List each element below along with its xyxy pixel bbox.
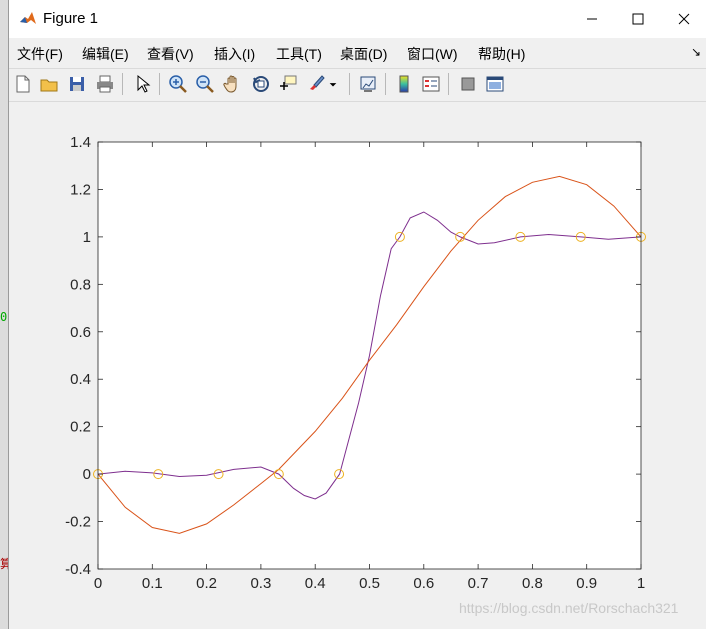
save-icon[interactable] xyxy=(66,73,88,95)
new-figure-icon[interactable] xyxy=(12,73,34,95)
toolbar-separator xyxy=(159,73,160,95)
y-tick-label: 0.8 xyxy=(70,276,91,293)
zoom-out-icon[interactable] xyxy=(194,73,216,95)
x-tick-label: 0.7 xyxy=(468,575,489,592)
x-tick-label: 0.4 xyxy=(305,575,326,592)
x-tick-label: 0.8 xyxy=(522,575,543,592)
y-tick-label: -0.2 xyxy=(65,514,91,531)
y-tick-label: 0.4 xyxy=(70,371,91,388)
y-tick-label: 0.2 xyxy=(70,419,91,436)
menu-desktop[interactable]: 桌面(D) xyxy=(340,44,387,64)
x-tick-label: 0.1 xyxy=(142,575,163,592)
y-tick-label: 1 xyxy=(83,229,91,246)
toolbar-separator xyxy=(448,73,449,95)
dock-arrow-icon[interactable]: ↘ xyxy=(691,45,701,59)
menu-edit[interactable]: 编辑(E) xyxy=(82,44,129,64)
maximize-button[interactable] xyxy=(615,0,661,38)
hide-plot-tools-icon[interactable] xyxy=(457,73,479,95)
minimize-icon xyxy=(587,18,597,20)
data-cursor-icon[interactable] xyxy=(277,73,299,95)
figure-toolbar xyxy=(9,68,706,102)
x-tick-label: 0.3 xyxy=(250,575,271,592)
show-plot-tools-icon[interactable] xyxy=(484,73,506,95)
figure-canvas: 0 0.1 0.2 0.3 0.4 0.5 0.6 0.7 0.8 0.9 1 -0.4 -0.2 0 0.… xyxy=(9,102,706,629)
menu-window[interactable]: 窗口(W) xyxy=(407,44,458,64)
title-bar: Figure 1 xyxy=(9,0,706,38)
close-button[interactable] xyxy=(661,0,706,38)
toolbar-separator xyxy=(122,73,123,95)
colorbar-icon[interactable] xyxy=(393,73,415,95)
y-tick-label: 0 xyxy=(83,466,91,483)
brush-dropdown-icon[interactable] xyxy=(327,73,339,95)
open-file-icon[interactable] xyxy=(38,73,60,95)
link-plot-icon[interactable] xyxy=(357,73,379,95)
y-tick-label: 1.2 xyxy=(70,181,91,198)
x-tick-label: 0.5 xyxy=(359,575,380,592)
minimize-button[interactable] xyxy=(569,0,615,38)
menu-insert[interactable]: 插入(I) xyxy=(214,44,255,64)
x-tick-label: 0 xyxy=(94,575,102,592)
figure-window: Figure 1 文件(F) 编辑(E) 查看(V) 插入(I) 工具(T) 桌… xyxy=(8,0,706,629)
pan-hand-icon[interactable] xyxy=(222,73,244,95)
rotate-3d-icon[interactable] xyxy=(250,73,272,95)
menu-view[interactable]: 查看(V) xyxy=(147,44,194,64)
x-tick-label: 1 xyxy=(637,575,645,592)
menu-help[interactable]: 帮助(H) xyxy=(478,44,525,64)
matlab-logo-icon xyxy=(20,12,36,24)
zoom-in-icon[interactable] xyxy=(167,73,189,95)
y-tick-label: -0.4 xyxy=(65,561,91,578)
y-tick-label: 0.6 xyxy=(70,324,91,341)
toolbar-separator xyxy=(385,73,386,95)
menu-bar: 文件(F) 编辑(E) 查看(V) 插入(I) 工具(T) 桌面(D) 窗口(W… xyxy=(9,39,706,67)
toolbar-separator xyxy=(349,73,350,95)
plot-area[interactable]: 0 0.1 0.2 0.3 0.4 0.5 0.6 0.7 0.8 0.9 1 -0.4 -0.2 0 0.… xyxy=(9,102,706,629)
legend-icon[interactable] xyxy=(420,73,442,95)
menu-tools[interactable]: 工具(T) xyxy=(276,44,322,64)
x-tick-label: 0.9 xyxy=(576,575,597,592)
brush-icon[interactable] xyxy=(305,73,327,95)
window-title: Figure 1 xyxy=(43,10,99,27)
maximize-icon xyxy=(632,13,644,25)
x-tick-label: 0.2 xyxy=(196,575,217,592)
x-tick-label: 0.6 xyxy=(413,575,434,592)
y-tick-label: 1.4 xyxy=(70,134,91,151)
close-icon xyxy=(678,13,690,25)
watermark-text: https://blog.csdn.net/Rorschach321 xyxy=(459,600,679,616)
menu-file[interactable]: 文件(F) xyxy=(17,44,63,64)
select-arrow-icon[interactable] xyxy=(131,73,153,95)
print-icon[interactable] xyxy=(94,73,116,95)
